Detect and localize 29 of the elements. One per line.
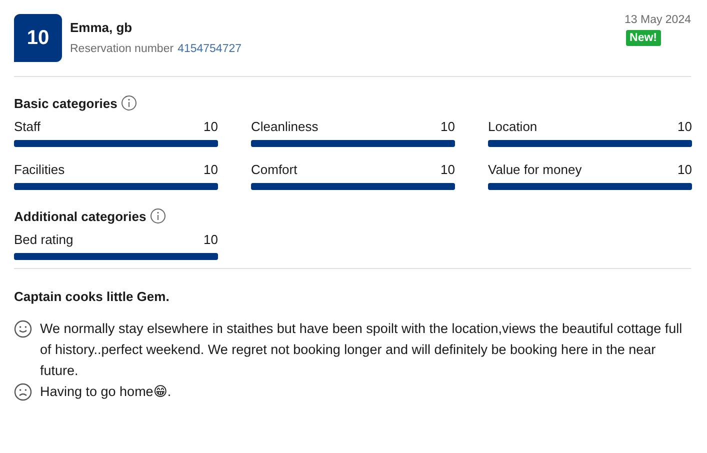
- section-title: Basic categories: [14, 96, 118, 110]
- review-comment: We normally stay elsewhere in staithes but have been spoilt with the location,views the beautiful cottage full of history..perfect weekend. We regret not booking longer and will definitely be booking here in the near future.: [40, 320, 684, 380]
- review-title: Captain cooks little Gem.: [14, 289, 170, 304]
- section-title: Additional categories: [14, 208, 146, 224]
- category-label: Comfort: [251, 162, 298, 177]
- category-score: 10: [678, 119, 692, 134]
- category-score: 10: [204, 162, 218, 177]
- score-badge: 10: [14, 14, 62, 62]
- category-score: 10: [678, 162, 692, 177]
- reservation-label: Reservation number: [70, 43, 174, 55]
- category-label: Location: [488, 119, 538, 134]
- frown-icon: [14, 383, 32, 401]
- info-icon[interactable]: [150, 208, 166, 224]
- category-label: Bed rating: [14, 232, 74, 247]
- category-score: 10: [440, 119, 455, 134]
- info-icon[interactable]: [121, 95, 138, 111]
- new-badge: New!: [626, 30, 661, 46]
- review-comment: Having to go home😁.: [40, 383, 172, 401]
- category-label: Value for money: [488, 162, 582, 177]
- review-date: 13 May 2024: [624, 14, 691, 26]
- reservation-number-link[interactable]: 4154754727: [178, 43, 242, 55]
- category-label: Cleanliness: [251, 119, 318, 134]
- reviewer-name: Emma, gb: [70, 20, 134, 35]
- smiley-icon: [14, 320, 32, 338]
- category-score: 10: [440, 162, 455, 177]
- category-label: Staff: [14, 119, 41, 134]
- category-score: 10: [204, 232, 218, 247]
- category-score: 10: [204, 119, 218, 134]
- category-label: Facilities: [14, 162, 65, 177]
